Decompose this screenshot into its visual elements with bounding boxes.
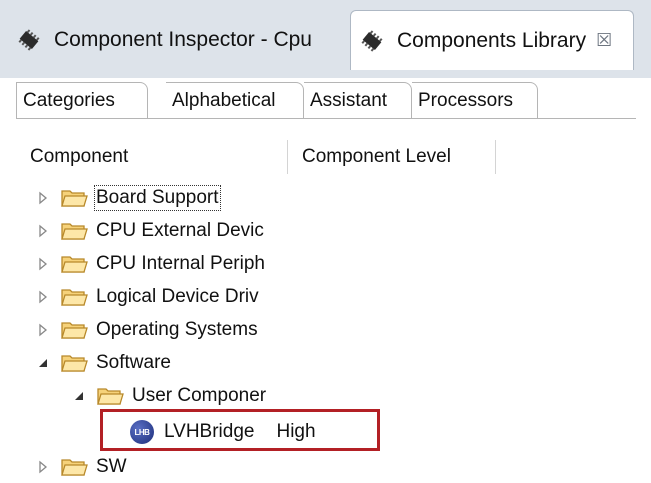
expand-arrow-icon[interactable] — [36, 191, 50, 205]
chip-icon — [18, 29, 40, 51]
folder-icon — [61, 256, 88, 273]
column-header-component[interactable]: Component — [18, 140, 288, 174]
highlight-box — [100, 409, 380, 451]
tree-item-label: Logical Device Driv — [96, 286, 259, 307]
tree-item-board-support[interactable]: Board Support — [36, 182, 221, 214]
collapse-arrow-icon[interactable] — [36, 356, 50, 370]
folder-icon — [61, 289, 88, 306]
folder-icon — [61, 223, 88, 240]
tree-item-label: User Componer — [132, 385, 267, 406]
sub-tab-divider — [16, 118, 636, 119]
tree-item-label: Board Support — [94, 185, 221, 211]
close-icon[interactable]: ☒ — [596, 30, 612, 51]
folder-open-icon — [97, 388, 124, 405]
tree-item-sw[interactable]: SW — [36, 451, 127, 483]
tree-item-operating-systems[interactable]: Operating Systems — [36, 314, 258, 346]
column-header-row: Component Component Level — [18, 140, 638, 174]
tree-item-cpu-external-devices[interactable]: CPU External Devic — [36, 215, 264, 247]
expand-arrow-icon[interactable] — [36, 460, 50, 474]
tab-processors[interactable]: Processors — [412, 82, 538, 118]
column-header-component-level[interactable]: Component Level — [288, 140, 496, 174]
tree-item-label: Software — [96, 352, 171, 373]
collapse-arrow-icon[interactable] — [72, 389, 86, 403]
tree-item-user-components[interactable]: User Componer — [72, 380, 266, 412]
tab-label: Components Library — [397, 28, 587, 52]
folder-icon — [61, 322, 88, 339]
view-tab-bar: Component Inspector - Cpu Components Lib… — [0, 0, 651, 79]
tree-item-cpu-internal-peripherals[interactable]: CPU Internal Periph — [36, 248, 265, 280]
tab-components-library[interactable]: Components Library ☒ — [350, 10, 634, 70]
tab-categories[interactable]: Categories — [16, 82, 148, 118]
folder-icon — [61, 459, 88, 476]
folder-icon — [61, 190, 88, 207]
chip-icon — [361, 29, 383, 52]
tree-item-label: SW — [96, 456, 127, 477]
tab-assistant[interactable]: Assistant — [304, 82, 412, 118]
tree-item-software[interactable]: Software — [36, 347, 171, 379]
folder-open-icon — [61, 355, 88, 372]
expand-arrow-icon[interactable] — [36, 257, 50, 271]
tree-item-label: CPU External Devic — [96, 220, 264, 241]
expand-arrow-icon[interactable] — [36, 323, 50, 337]
tab-label: Component Inspector - Cpu — [54, 28, 312, 51]
expand-arrow-icon[interactable] — [36, 224, 50, 238]
tab-component-inspector[interactable]: Component Inspector - Cpu — [6, 10, 346, 70]
tree-item-label: CPU Internal Periph — [96, 253, 265, 274]
expand-arrow-icon[interactable] — [36, 290, 50, 304]
tree-item-label: Operating Systems — [96, 319, 258, 340]
tree-item-logical-device-drivers[interactable]: Logical Device Driv — [36, 281, 259, 313]
tab-alphabetical[interactable]: Alphabetical — [166, 82, 304, 118]
